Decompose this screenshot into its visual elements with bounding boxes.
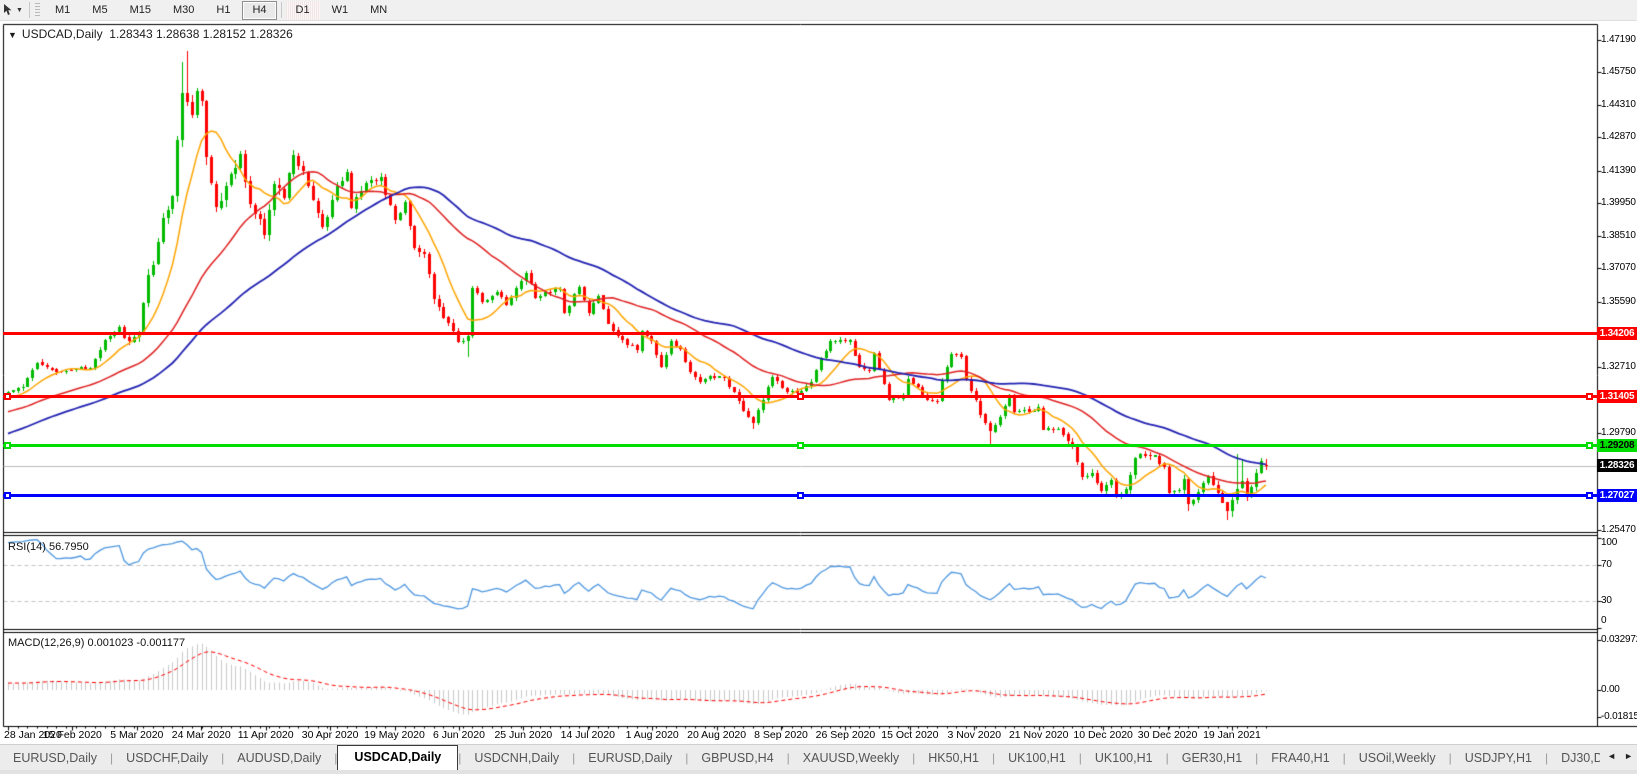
price-axis-tick-label: 1.37070 <box>1601 262 1636 274</box>
chart-tab-xauusd-weekly[interactable]: XAUUSD,Weekly <box>790 747 912 769</box>
chart-tab-uk100-h1[interactable]: UK100,H1 <box>1082 747 1166 769</box>
macd-indicator-label: MACD(12,26,9) 0.001023 -0.001177 <box>8 637 185 649</box>
date-axis-label: 15 Feb 2020 <box>42 729 102 741</box>
rsi-axis-label: 0 <box>1601 615 1607 626</box>
date-axis-label: 8 Sep 2020 <box>754 729 808 741</box>
hline-anchor-square[interactable] <box>797 491 804 499</box>
tabs-scroll-left-icon[interactable]: ◄ <box>1607 751 1616 761</box>
rsi-axis-label: 100 <box>1601 537 1618 548</box>
hline-price-box: 1.27027 <box>1597 488 1637 502</box>
main-chart-canvas[interactable] <box>0 0 1637 774</box>
rsi-name: RSI(14) <box>8 541 46 553</box>
macd-axis-label: -0.018154 <box>1601 711 1637 723</box>
mt4-window: ▼ M1M5M15M30H1H4D1W1MN ▼USDCAD,Daily 1.2… <box>0 0 1637 774</box>
tabs-scroll-right-icon[interactable]: ► <box>1624 751 1633 761</box>
hline-anchor-square[interactable] <box>4 442 11 450</box>
date-axis-label: 30 Apr 2020 <box>301 729 359 741</box>
rsi-axis-label: 70 <box>1601 559 1612 570</box>
rsi-axis-label: 30 <box>1601 595 1612 606</box>
date-axis-label: 19 May 2020 <box>364 729 425 741</box>
chart-tab-fra40-h1[interactable]: FRA40,H1 <box>1258 747 1342 769</box>
price-axis-tick-label: 1.41390 <box>1601 164 1636 176</box>
price-axis-tick-label: 1.47190 <box>1601 33 1636 45</box>
hline-anchor-square[interactable] <box>1586 392 1593 400</box>
macd-name: MACD(12,26,9) <box>8 637 85 649</box>
chart-tab-usdcnh-daily[interactable]: USDCNH,Daily <box>461 747 572 769</box>
price-axis-tick-label: 1.38510 <box>1601 229 1636 241</box>
date-axis-label: 21 Nov 2020 <box>1008 729 1069 741</box>
macd-axis-label: 0.032972 <box>1601 634 1637 646</box>
date-axis-label: 11 Apr 2020 <box>237 729 294 741</box>
rsi-indicator-label: RSI(14) 56.7950 <box>8 541 89 553</box>
date-axis-label: 5 Mar 2020 <box>110 729 164 741</box>
date-axis-label: 14 Jul 2020 <box>560 729 615 741</box>
macd-values: 0.001023 -0.001177 <box>87 637 186 649</box>
date-axis-label: 19 Jan 2021 <box>1203 729 1261 741</box>
chart-tab-eurusd-daily[interactable]: EURUSD,Daily <box>575 747 685 769</box>
chart-title: ▼ USDCAD,Daily 1.28343 1.28638 1.28152 1.… <box>8 27 293 41</box>
chart-tab-hk50-h1[interactable]: HK50,H1 <box>915 747 992 769</box>
collapse-triangle-icon[interactable]: ▼ <box>8 30 17 40</box>
bid-price-box: 1.28326 <box>1597 459 1637 473</box>
chart-tab-audusd-daily[interactable]: AUDUSD,Daily <box>224 747 334 769</box>
chart-tab-usoil-weekly[interactable]: USOil,Weekly <box>1346 747 1449 769</box>
chart-tab-dj30-daily[interactable]: DJ30,Daily <box>1548 747 1600 769</box>
status-strip <box>0 770 1637 774</box>
chart-tab-uk100-h1[interactable]: UK100,H1 <box>995 747 1079 769</box>
price-axis-tick-label: 1.45750 <box>1601 66 1636 78</box>
chart-tab-usdjpy-h1[interactable]: USDJPY,H1 <box>1452 747 1545 769</box>
hline-anchor-square[interactable] <box>4 392 11 400</box>
date-axis-label: 26 Sep 2020 <box>815 729 876 741</box>
hline-object-1.34206[interactable] <box>3 331 1597 335</box>
rsi-value: 56.7950 <box>48 541 89 553</box>
chart-symbol-label: USDCAD,Daily <box>21 27 103 41</box>
chart-tab-bar: EURUSD,Daily | USDCHF,Daily | AUDUSD,Daily | U… <box>0 744 1637 771</box>
macd-axis-label: 0.00 <box>1601 684 1620 695</box>
price-axis-tick-label: 1.32710 <box>1601 360 1636 372</box>
price-axis-tick-label: 1.29790 <box>1601 426 1636 438</box>
date-axis-label: 6 Jun 2020 <box>432 729 485 741</box>
date-axis-label: 24 Mar 2020 <box>171 729 231 741</box>
chart-ohlc-values: 1.28343 1.28638 1.28152 1.28326 <box>109 27 293 41</box>
hline-price-box: 1.29208 <box>1597 439 1637 453</box>
hline-anchor-square[interactable] <box>1586 491 1593 499</box>
price-axis-tick-label: 1.42870 <box>1601 131 1636 143</box>
date-axis-label: 15 Oct 2020 <box>881 729 939 741</box>
hline-price-box: 1.34206 <box>1597 326 1637 340</box>
date-axis-label: 25 Jun 2020 <box>494 729 553 741</box>
chart-tab-eurusd-daily[interactable]: EURUSD,Daily <box>0 747 110 769</box>
hline-anchor-square[interactable] <box>797 392 804 400</box>
hline-anchor-square[interactable] <box>1586 442 1593 450</box>
chart-tab-gbpusd-h4[interactable]: GBPUSD,H4 <box>688 747 786 769</box>
date-axis-label: 20 Aug 2020 <box>687 729 747 741</box>
date-axis-label: 1 Aug 2020 <box>625 729 679 741</box>
hline-anchor-square[interactable] <box>797 442 804 450</box>
chart-tab-ger30-h1[interactable]: GER30,H1 <box>1169 747 1255 769</box>
chart-tab-usdchf-daily[interactable]: USDCHF,Daily <box>113 747 221 769</box>
hline-anchor-square[interactable] <box>4 491 11 499</box>
price-axis-tick-label: 1.39950 <box>1601 197 1636 209</box>
date-axis-label: 3 Nov 2020 <box>947 729 1002 741</box>
hline-price-box: 1.31405 <box>1597 389 1637 403</box>
price-axis-tick-label: 1.44310 <box>1601 98 1636 110</box>
date-axis-label: 10 Dec 2020 <box>1073 729 1133 741</box>
price-axis-tick-label: 1.35590 <box>1601 295 1636 307</box>
chart-tab-usdcad-daily[interactable]: USDCAD,Daily <box>337 745 459 771</box>
price-axis-tick-label: 1.25470 <box>1601 524 1636 536</box>
chart-tabs: EURUSD,Daily | USDCHF,Daily | AUDUSD,Daily | U… <box>0 745 1600 771</box>
date-axis-label: 30 Dec 2020 <box>1137 729 1198 741</box>
